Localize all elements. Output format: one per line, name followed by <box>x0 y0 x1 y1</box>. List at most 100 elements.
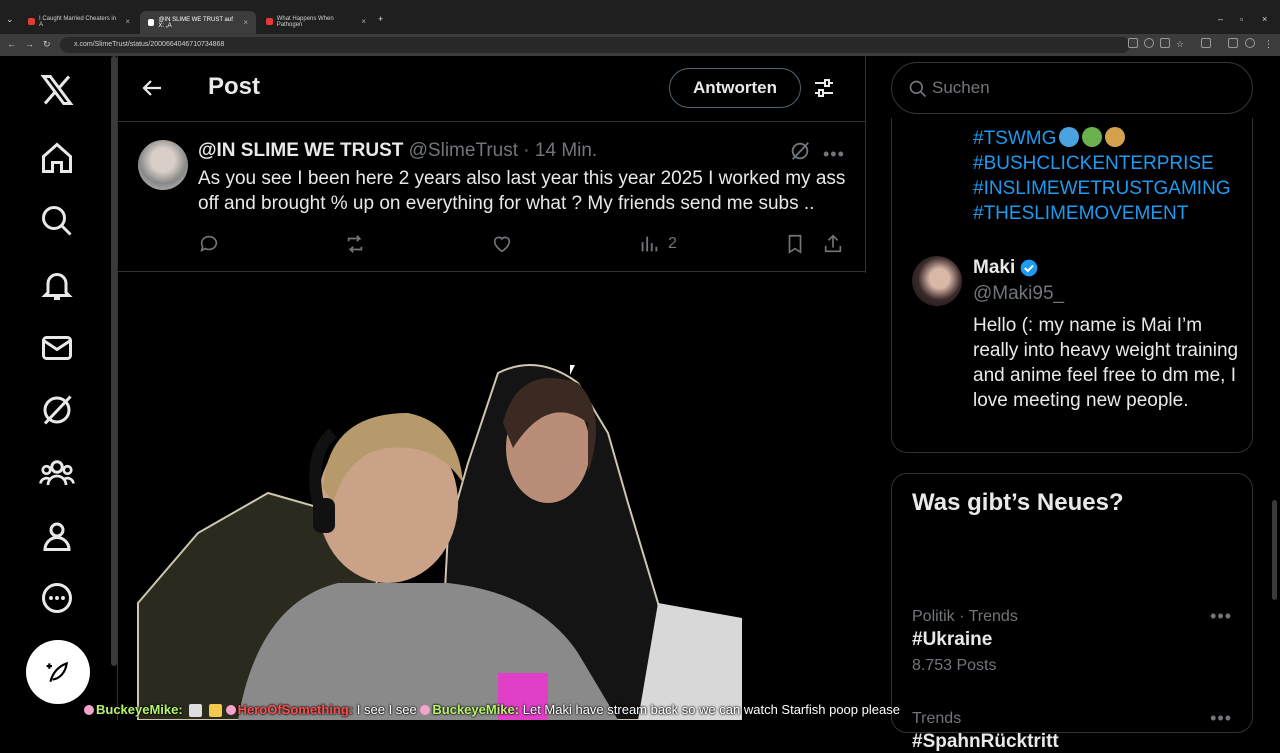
chat-badge-icon <box>225 705 236 715</box>
close-icon[interactable]: × <box>243 18 248 27</box>
post-header: Post Antworten <box>118 56 866 122</box>
section-title: Was gibt’s Neues? <box>912 489 1124 516</box>
close-icon[interactable]: × <box>361 17 366 26</box>
communities-icon[interactable] <box>39 455 75 491</box>
avatar[interactable] <box>138 140 188 190</box>
tweet-text: As you see I been here 2 years also last… <box>198 168 846 214</box>
explore-search-icon[interactable] <box>39 203 75 239</box>
notifications-bell-icon[interactable] <box>39 267 75 303</box>
minimize-icon[interactable]: – <box>1218 14 1223 24</box>
verified-badge-icon <box>1020 259 1038 277</box>
back-nav-icon[interactable]: ← <box>7 39 16 49</box>
forward-nav-icon[interactable]: → <box>25 39 34 49</box>
trend-count: 8.753 Posts <box>912 657 997 674</box>
whats-happening-card: Was gibt’s Neues? Politik · Trends #Ukra… <box>891 473 1253 752</box>
close-icon[interactable]: × <box>125 17 130 26</box>
separator: · <box>518 140 535 161</box>
maximize-icon[interactable]: ▫ <box>1240 14 1243 24</box>
tab-title: What Happens When Pathogen <box>276 15 334 28</box>
media-icon[interactable] <box>1228 38 1238 48</box>
grok-icon[interactable] <box>39 392 75 428</box>
more-options-icon[interactable] <box>39 580 75 616</box>
author-handle[interactable]: @SlimeTrust <box>409 140 518 161</box>
browser-tab-2[interactable]: @IN SLIME WE TRUST auf X: „A × <box>140 11 256 34</box>
chat-badge-icon <box>84 705 94 715</box>
heart-icon <box>493 236 511 253</box>
x-logo-icon <box>148 19 155 26</box>
profile-name[interactable]: Maki <box>973 257 1039 279</box>
right-sidebar: #TSWMG #BUSHCLICKENTERPRISE #INSLIMEWETR… <box>866 56 1280 752</box>
like-action[interactable] <box>491 232 513 256</box>
messages-mail-icon[interactable] <box>39 330 75 366</box>
back-arrow-icon[interactable] <box>140 76 164 100</box>
hashtag-list: #TSWMG #BUSHCLICKENTERPRISE #INSLIMEWETR… <box>973 126 1231 226</box>
tweet-time[interactable]: 14 Min. <box>535 140 597 161</box>
moneybag-emoji-icon <box>1105 127 1126 147</box>
stream-chat-overlay: BuckeyeMike: HeroOfSomething: I see I se… <box>84 702 1280 720</box>
more-icon[interactable]: ••• <box>823 144 845 165</box>
hashtag[interactable]: #INSLIMEWETRUSTGAMING <box>973 176 1231 201</box>
repost-action[interactable] <box>344 232 366 256</box>
views-count: 2 <box>668 235 677 252</box>
profile-person-icon[interactable] <box>39 518 75 554</box>
search-box[interactable] <box>891 62 1253 114</box>
tab-list-icon[interactable]: ⌄ <box>6 14 14 25</box>
chat-username: BuckeyeMike: <box>96 702 183 717</box>
x-logo-icon[interactable] <box>39 72 75 108</box>
url-text: x.com/SlimeTrust/status/2000664046710734… <box>74 41 225 48</box>
muscle-emoji-icon <box>1082 127 1103 147</box>
url-field[interactable]: x.com/SlimeTrust/status/2000664046710734… <box>60 37 1130 53</box>
settings-sliders-icon[interactable] <box>812 76 836 100</box>
browser-menu-icon[interactable]: ⋮ <box>1264 39 1273 50</box>
profile-handle[interactable]: @Maki95_ <box>973 283 1064 305</box>
profile-card: #TSWMG #BUSHCLICKENTERPRISE #INSLIMEWETR… <box>891 118 1253 453</box>
new-tab-icon[interactable]: + <box>378 14 383 24</box>
youtube-icon <box>28 18 35 25</box>
extensions-icon[interactable] <box>1201 38 1211 48</box>
hashtag[interactable]: #THESLIMEMOVEMENT <box>973 201 1231 226</box>
profile-bio: Hello (: my name is Mai I’m really into … <box>973 315 1239 411</box>
home-icon[interactable] <box>39 140 75 176</box>
profile-icon[interactable] <box>1245 38 1255 48</box>
tweet-actions: 2 <box>198 232 848 256</box>
bookmark-icon <box>788 234 802 254</box>
reload-icon[interactable]: ↻ <box>43 39 51 50</box>
browser-tab-1[interactable]: I Caught Married Cheaters in A × <box>20 13 138 30</box>
trend-name: #Ukraine <box>912 629 993 650</box>
cast-icon[interactable] <box>1160 38 1170 48</box>
hashtag[interactable]: #TSWMG <box>973 126 1231 151</box>
reply-action[interactable] <box>198 232 220 256</box>
browser-tab-3[interactable]: What Happens When Pathogen × <box>258 13 374 30</box>
reply-button[interactable]: Antworten <box>669 68 801 108</box>
hashtag[interactable]: #BUSHCLICKENTERPRISE <box>973 151 1231 176</box>
tab-title: @IN SLIME WE TRUST auf X: „A <box>158 16 233 29</box>
compose-post-button[interactable] <box>26 640 90 704</box>
trend-meta: Politik · Trends <box>912 608 1018 625</box>
grok-icon[interactable] <box>789 140 811 162</box>
page-title: Post <box>208 73 261 100</box>
search-input[interactable] <box>932 75 1232 101</box>
chat-badge-icon <box>420 705 431 715</box>
repost-icon <box>347 235 363 253</box>
zoom-icon[interactable] <box>1144 38 1154 48</box>
avatar[interactable] <box>912 256 962 306</box>
author-name[interactable]: @IN SLIME WE TRUST <box>198 140 403 161</box>
main-column: Post Antworten @IN SLIME WE TRUST @Slime… <box>117 56 866 720</box>
bookmark-star-icon[interactable]: ☆ <box>1176 39 1184 50</box>
share-action[interactable] <box>822 232 844 256</box>
search-icon <box>908 79 928 99</box>
profile-name-text: Maki <box>973 257 1016 278</box>
tweet[interactable]: @IN SLIME WE TRUST @SlimeTrust · 14 Min.… <box>118 122 866 272</box>
left-navigation <box>0 56 115 720</box>
translate-icon[interactable] <box>1128 38 1138 48</box>
right-scrollbar[interactable] <box>1272 500 1277 600</box>
reply-icon <box>200 235 218 252</box>
browser-tab-bar: I Caught Married Cheaters in A × @IN SLI… <box>0 0 1280 34</box>
views-action[interactable]: 2 <box>638 232 677 256</box>
stream-webcam-overlay <box>118 273 866 720</box>
trend-item[interactable]: Politik · Trends #Ukraine 8.753 Posts ••… <box>912 606 1242 675</box>
close-window-icon[interactable]: × <box>1262 14 1267 24</box>
chat-message: I see I see <box>356 702 417 717</box>
bookmark-action[interactable] <box>784 232 806 256</box>
more-icon[interactable]: ••• <box>1210 606 1232 627</box>
